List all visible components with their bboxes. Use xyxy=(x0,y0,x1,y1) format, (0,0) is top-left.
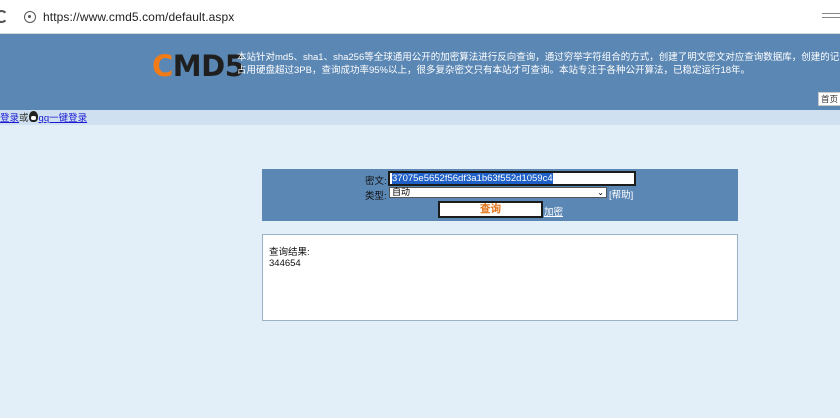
cipher-input[interactable]: 37075e5652f56df3a1b63f552d1059c4 xyxy=(388,171,636,186)
cipher-label: 密文: xyxy=(365,176,387,187)
or-text: 或 xyxy=(19,113,29,124)
login-link[interactable]: 登录 xyxy=(0,113,19,124)
result-label: 查询结果: xyxy=(269,247,310,258)
chevron-down-icon: ⌄ xyxy=(597,188,604,197)
cmd5-logo[interactable]: CMD5 xyxy=(152,49,245,83)
result-value: 344654 xyxy=(269,258,301,269)
reload-icon[interactable] xyxy=(0,10,8,23)
query-button[interactable]: 查询 xyxy=(438,201,543,218)
help-link[interactable]: [帮助] xyxy=(609,187,633,201)
type-select-value: 自动 xyxy=(392,187,411,197)
browser-address-bar: https://www.cmd5.com/default.aspx xyxy=(0,0,840,34)
query-panel: 密文: 37075e5652f56df3a1b63f552d1059c4 类型:… xyxy=(262,169,738,221)
logo-letters-md5: MD5 xyxy=(172,49,245,83)
site-description: 本站针对md5、sha1、sha256等全球通用公开的加密算法进行反向查询，通过… xyxy=(237,51,840,77)
login-strip: 登录或 qq一键登录 xyxy=(0,110,840,125)
url-field[interactable]: https://www.cmd5.com/default.aspx xyxy=(43,10,234,24)
description-line-1: 本站针对md5、sha1、sha256等全球通用公开的加密算法进行反向查询，通过… xyxy=(237,52,840,63)
qq-penguin-icon[interactable] xyxy=(28,111,38,122)
menu-lines-icon xyxy=(822,10,840,24)
cipher-input-value: 37075e5652f56df3a1b63f552d1059c4 xyxy=(392,173,553,184)
home-button[interactable]: 首页 xyxy=(818,92,840,106)
site-header: CMD5 本站针对md5、sha1、sha256等全球通用公开的加密算法进行反向… xyxy=(0,34,840,110)
type-select[interactable]: 自动 ⌄ xyxy=(389,187,607,198)
site-info-icon[interactable] xyxy=(24,11,36,23)
qq-login-link[interactable]: qq一键登录 xyxy=(39,113,88,124)
type-label: 类型: xyxy=(365,191,387,202)
description-line-2: 占用硬盘超过3PB，查询成功率95%以上，很多复杂密文只有本站才可查询。本站专注… xyxy=(237,65,751,76)
encrypt-link[interactable]: 加密 xyxy=(544,204,563,218)
logo-letter-c: C xyxy=(152,49,173,83)
result-box: 查询结果: 344654 xyxy=(262,234,738,321)
